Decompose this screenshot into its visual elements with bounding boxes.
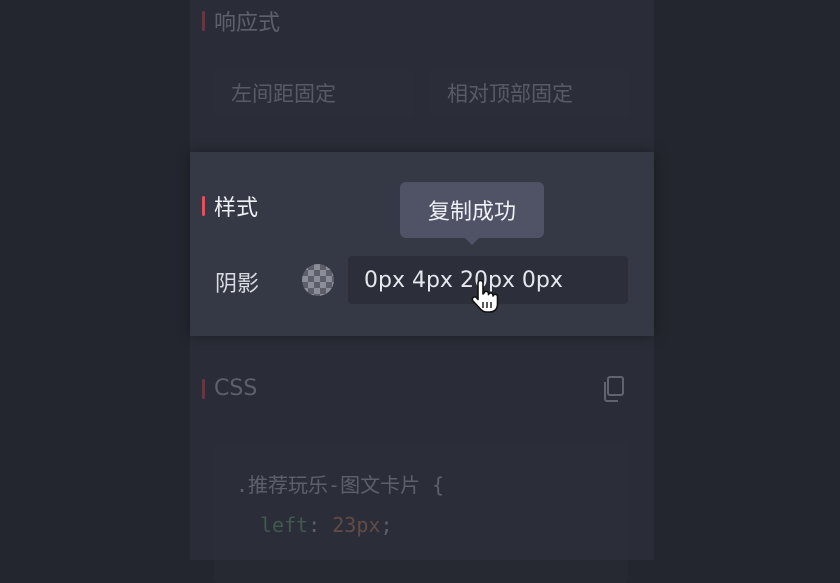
- top-relative-fixed-option[interactable]: 相对顶部固定: [430, 70, 630, 116]
- responsive-title: 响应式: [214, 11, 281, 36]
- hand-pointer-icon: [470, 279, 500, 318]
- style-section: 样式 阴影: [190, 152, 654, 336]
- code-selector: .推荐玩乐-图文卡片 {: [236, 473, 445, 497]
- copy-icon[interactable]: [602, 376, 626, 406]
- code-value: 23px: [332, 513, 381, 537]
- style-title: 样式: [214, 196, 259, 221]
- copy-success-tooltip: 复制成功: [400, 182, 544, 238]
- left-margin-fixed-option[interactable]: 左间距固定: [214, 70, 414, 116]
- responsive-header: 响应式: [202, 5, 280, 37]
- code-semicolon: ;: [380, 513, 393, 537]
- style-header: 样式: [202, 190, 258, 222]
- css-code-block[interactable]: .推荐玩乐-图文卡片 { left: 23px;: [214, 443, 628, 583]
- section-accent-bar: [202, 196, 205, 216]
- code-property: left: [260, 513, 309, 537]
- css-title: CSS: [214, 376, 258, 401]
- css-header: CSS: [202, 376, 257, 401]
- code-colon: :: [308, 513, 321, 537]
- code-declaration: left: 23px;: [260, 513, 392, 537]
- shadow-color-swatch[interactable]: [302, 264, 334, 296]
- shadow-label: 阴影: [215, 272, 260, 297]
- tooltip-arrow: [464, 237, 480, 245]
- section-accent-bar: [202, 11, 205, 31]
- section-accent-bar: [202, 378, 205, 399]
